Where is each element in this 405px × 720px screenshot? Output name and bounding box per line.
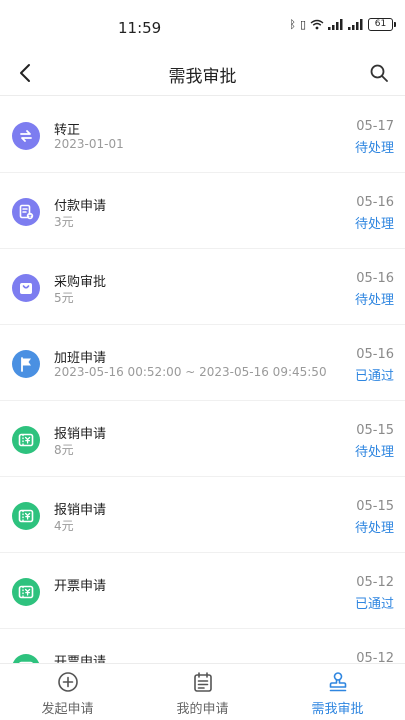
item-subtitle: 3元: [54, 215, 74, 229]
list-item-5[interactable]: 报销申请 4元 05-15 待处理: [0, 477, 405, 553]
list-item-7[interactable]: 开票申请 05-12: [0, 629, 405, 663]
payment-doc-icon: [12, 198, 40, 226]
item-subtitle: 5元: [54, 291, 74, 305]
swap-icon: [12, 122, 40, 150]
item-status: 待处理: [354, 445, 394, 460]
item-subtitle: 8元: [54, 443, 74, 457]
item-title: 转正: [54, 123, 81, 138]
list-item-4[interactable]: 报销申请 8元 05-15 待处理: [0, 401, 405, 477]
item-title: 开票申请: [54, 579, 107, 594]
item-title: 报销申请: [54, 427, 107, 442]
item-subtitle: 2023-05-16 00:52:00 ~ 2023-05-16 09:45:5…: [54, 365, 327, 379]
item-date: 05-16: [356, 347, 394, 362]
approval-list: 转正 2023-01-01 05-17 待处理 付款申请 3元 05-16 待处…: [0, 97, 405, 663]
status-bar: 11:59 ᛒ ▯ 61: [0, 0, 405, 50]
receipt-icon: [12, 578, 40, 606]
item-date: 05-16: [356, 195, 394, 210]
item-subtitle: 2023-01-01: [54, 137, 124, 151]
list-item-2[interactable]: 采购审批 5元 05-16 待处理: [0, 249, 405, 325]
list-item-3[interactable]: 加班申请 2023-05-16 00:52:00 ~ 2023-05-16 09…: [0, 325, 405, 401]
item-status: 待处理: [354, 141, 394, 156]
item-status: 待处理: [354, 521, 394, 536]
item-title: 采购审批: [54, 275, 107, 290]
item-date: 05-17: [356, 119, 394, 134]
item-title: 报销申请: [54, 503, 107, 518]
item-status: 已通过: [354, 369, 394, 384]
page-title: 需我审批: [168, 67, 237, 87]
item-date: 05-12: [356, 651, 394, 663]
item-title: 加班申请: [54, 351, 107, 366]
list-item-6[interactable]: 开票申请 05-12 已通过: [0, 553, 405, 629]
item-date: 05-15: [356, 499, 394, 514]
app-screen: 11:59 ᛒ ▯ 61 需我审批 转正 2023-01-01 05-17 待处…: [0, 0, 405, 720]
receipt-icon: [12, 426, 40, 454]
tab-label: 我的申请: [176, 702, 229, 717]
item-title: 付款申请: [54, 199, 107, 214]
tab-label: 发起申请: [41, 702, 94, 717]
receipt-icon: [12, 654, 40, 663]
item-status: 待处理: [354, 217, 394, 232]
tab-1[interactable]: 我的申请: [135, 664, 270, 720]
tab-bar: 发起申请 我的申请 需我审批: [0, 663, 405, 720]
wifi-icon: [310, 19, 324, 30]
bluetooth-icon: ᛒ: [289, 18, 296, 31]
flag-icon: [12, 350, 40, 378]
vibrate-icon: ▯: [299, 18, 306, 31]
plus-circle-icon: [56, 670, 80, 694]
search-icon[interactable]: [369, 63, 389, 83]
tab-label: 需我审批: [311, 702, 364, 717]
item-date: 05-15: [356, 423, 394, 438]
nav-bar: 需我审批: [0, 50, 405, 96]
list-item-0[interactable]: 转正 2023-01-01 05-17 待处理: [0, 97, 405, 173]
shopping-bag-icon: [12, 274, 40, 302]
list-item-1[interactable]: 付款申请 3元 05-16 待处理: [0, 173, 405, 249]
item-date: 05-12: [356, 575, 394, 590]
signal-icon: [328, 19, 343, 30]
item-status: 待处理: [354, 293, 394, 308]
stamp-icon: [326, 670, 350, 694]
item-subtitle: 4元: [54, 519, 74, 533]
status-time: 11:59: [118, 19, 162, 37]
item-title: 开票申请: [54, 655, 107, 663]
item-status: 已通过: [354, 597, 394, 612]
tab-0[interactable]: 发起申请: [0, 664, 135, 720]
battery-icon: 61: [368, 18, 396, 31]
signal-icon-2: [348, 19, 363, 30]
item-date: 05-16: [356, 271, 394, 286]
calendar-list-icon: [191, 670, 215, 694]
receipt-icon: [12, 502, 40, 530]
status-icons: ᛒ ▯ 61: [289, 18, 396, 31]
tab-2[interactable]: 需我审批: [270, 664, 405, 720]
